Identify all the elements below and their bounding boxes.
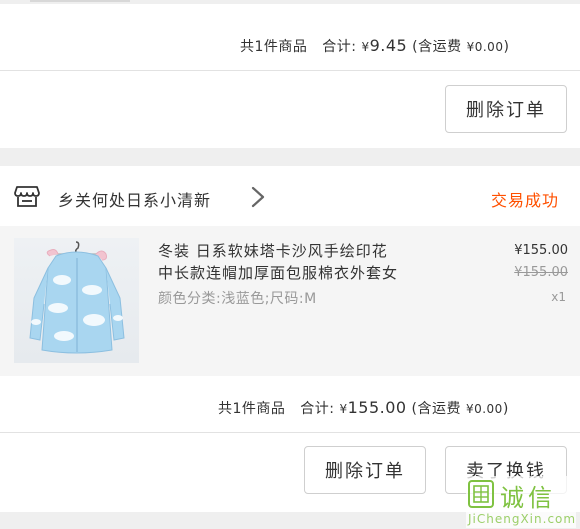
shop-icon [14, 184, 40, 208]
product-price: ¥155.00 [514, 243, 568, 258]
divider [0, 70, 580, 71]
order-status: 交易成功 [491, 191, 560, 210]
order2-summary: 共1件商品 合计: ¥155.00 (含运费 ¥0.00) [218, 398, 509, 418]
order2-shipping-prefix: (含运费 [411, 401, 461, 417]
product-title-line1: 冬装 日系软妹塔卡沙风手绘印花 [158, 242, 388, 260]
shop-name[interactable]: 乡关何处日系小清新 [58, 187, 211, 211]
order2-shipping-suffix: ) [502, 401, 509, 417]
order1-summary: 共1件商品 合计: ¥9.45 (含运费 ¥0.00) [240, 36, 509, 56]
order2-shipping: ¥0.00 [465, 402, 503, 416]
product-sku: 颜色分类:浅蓝色;尺码:M [158, 291, 317, 307]
order2-total-label: 合计: [300, 401, 335, 417]
order-separator [0, 148, 580, 166]
order2-delete-button[interactable]: 删除订单 [304, 446, 426, 494]
order1-shipping-prefix: (含运费 [412, 39, 462, 55]
prev-card-edge [30, 0, 130, 2]
order1-total: 9.45 [369, 36, 408, 55]
order1-total-label: 合计: [322, 39, 357, 55]
divider [0, 432, 580, 433]
watermark-logo-icon [468, 480, 494, 508]
order1-currency: ¥ [361, 40, 370, 54]
product-quantity: x1 [551, 290, 566, 304]
product-image[interactable] [14, 238, 139, 363]
order1-shipping-suffix: ) [503, 39, 510, 55]
order1-count: 共1件商品 [240, 39, 308, 55]
order2-total: 155.00 [347, 398, 407, 417]
chevron-right-icon[interactable] [250, 186, 266, 208]
order2-currency: ¥ [339, 402, 348, 416]
product-title[interactable]: 冬装 日系软妹塔卡沙风手绘印花 中长款连帽加厚面包服棉衣外套女 [158, 240, 488, 284]
watermark: 诚信 JiChengXin.com [466, 476, 576, 528]
order1-delete-button[interactable]: 删除订单 [445, 85, 567, 133]
watermark-chars: 诚信 [500, 484, 556, 512]
order1-shipping: ¥0.00 [466, 40, 504, 54]
watermark-site: JiChengXin.com [468, 512, 577, 526]
order2-count: 共1件商品 [218, 401, 286, 417]
product-title-line2: 中长款连帽加厚面包服棉衣外套女 [158, 264, 399, 282]
product-original-price: ¥155.00 [514, 265, 568, 280]
